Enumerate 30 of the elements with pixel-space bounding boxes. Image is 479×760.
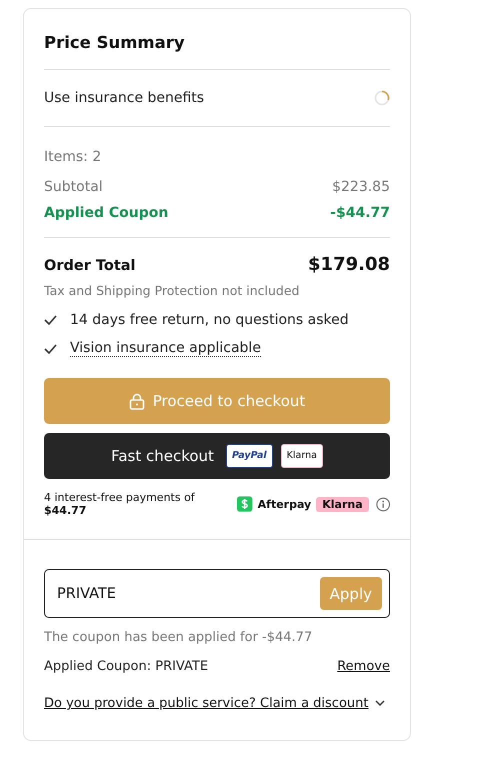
spinner-icon xyxy=(374,90,390,106)
order-total-amount: $179.08 xyxy=(308,254,390,275)
tax-note: Tax and Shipping Protection not included xyxy=(44,283,300,298)
klarna-logo: Klarna xyxy=(280,444,323,468)
chevron-down-icon[interactable] xyxy=(374,700,384,707)
order-total-label: Order Total xyxy=(44,258,136,274)
coupon-message: The coupon has been applied for -$44.77 xyxy=(44,630,314,645)
insurance-label: Use insurance benefits xyxy=(44,90,204,106)
items-count: Items: 2 xyxy=(44,148,102,167)
fast-checkout-button[interactable]: Fast checkout PayPal Klarna xyxy=(44,433,390,479)
perk-text: 14 days free return, no questions asked xyxy=(70,312,349,328)
line-label: Applied Coupon xyxy=(44,205,168,221)
klarna-badge: Klarna xyxy=(316,496,369,512)
remove-link[interactable]: Remove xyxy=(337,659,390,674)
afterpay-label: Afterpay xyxy=(258,498,312,510)
dollar-icon xyxy=(237,496,253,512)
line-amount: -$44.77 xyxy=(330,205,390,221)
installments-text: 4 interest-free payments of $44.77 xyxy=(44,491,196,517)
info-icon[interactable] xyxy=(376,496,390,512)
card-title: Price Summary xyxy=(44,32,186,54)
checkmark-icon xyxy=(44,315,57,325)
paypal-logo: PayPal xyxy=(226,444,273,468)
padlock-icon xyxy=(128,392,145,410)
coupon-field[interactable]: PRIVATE Apply xyxy=(44,569,390,618)
checkmark-icon xyxy=(44,344,57,354)
applied-coupon-text: Applied Coupon: PRIVATE xyxy=(44,659,208,674)
discount-link[interactable]: Do you provide a public service? Claim a discount xyxy=(44,696,368,711)
line-amount: $223.85 xyxy=(332,179,390,195)
insurance-link[interactable]: Vision insurance applicable xyxy=(70,340,261,357)
line-label: Subtotal xyxy=(44,179,103,195)
